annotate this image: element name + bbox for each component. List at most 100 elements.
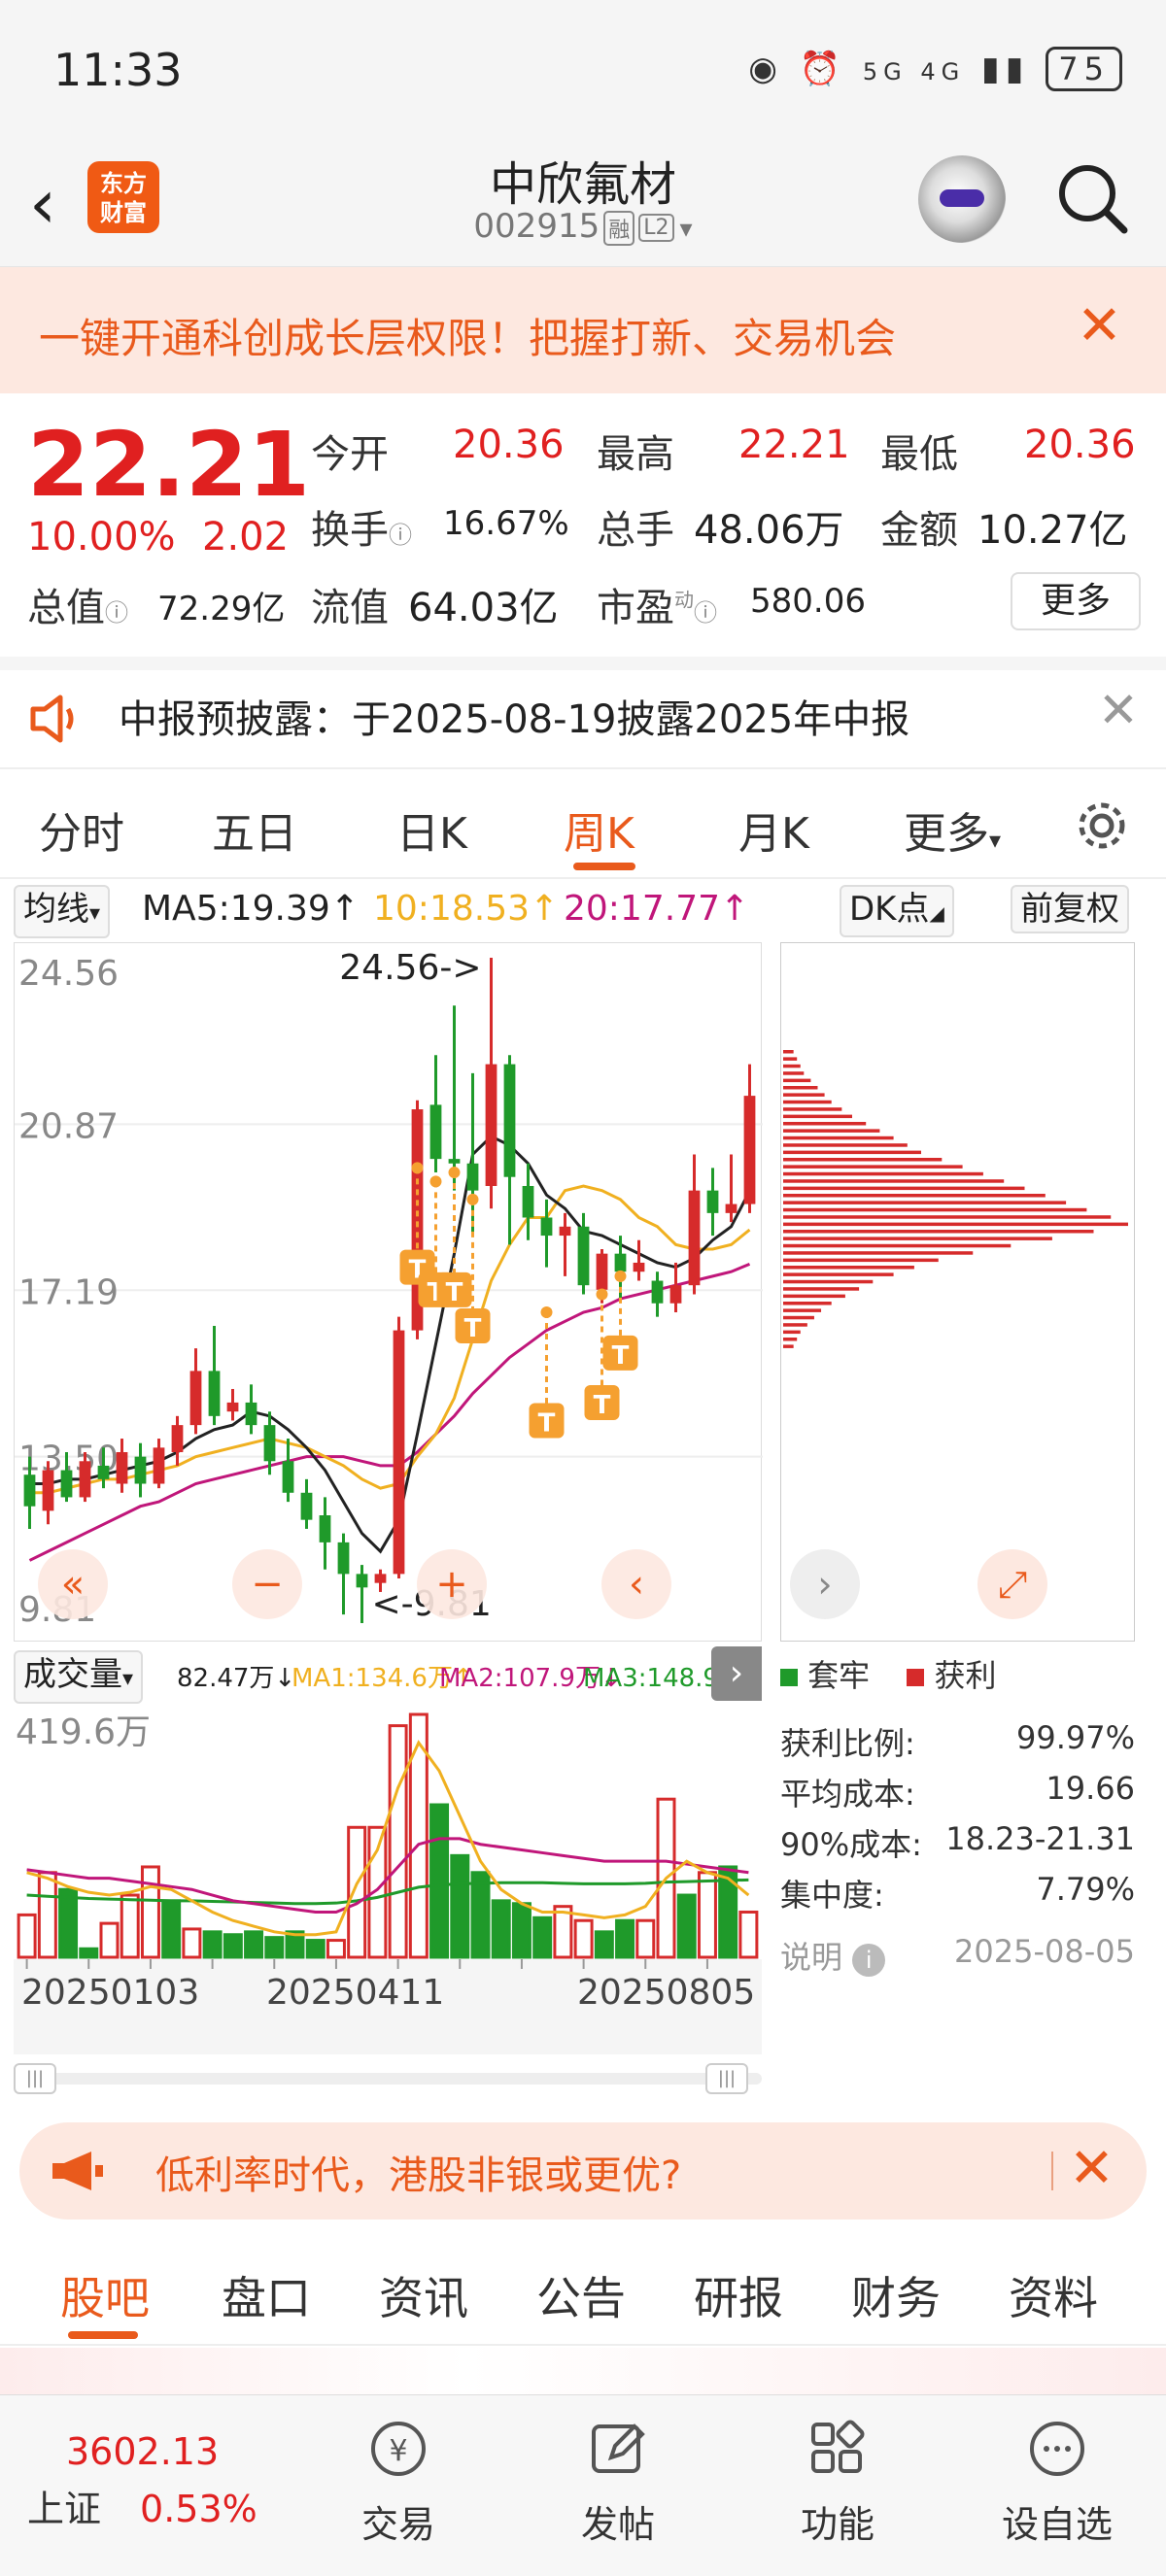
volume-bar (223, 1933, 243, 1959)
t-marker-dot (429, 1175, 442, 1188)
explain-link[interactable]: 说明 i (780, 1933, 886, 1978)
tab-five-day[interactable]: 五日 (212, 798, 297, 861)
tab-daily[interactable]: 日K (396, 798, 467, 861)
index-pct: 0.53% (140, 2488, 257, 2530)
more-button[interactable]: 更多 (1011, 572, 1141, 630)
chip-bar (783, 1086, 818, 1090)
settings-gear-icon[interactable] (1075, 798, 1129, 853)
promo-banner[interactable]: 一键开通科创成长层权限！把握打新、交易机会 ✕ (0, 267, 1166, 393)
volume-svg: 419.6万 20250103 20250411 20250805 (14, 1712, 762, 2054)
search-icon[interactable] (1054, 160, 1132, 238)
t-marker-label: T (612, 1341, 630, 1371)
stock-name: 中欣氟材 (489, 157, 676, 212)
trade-button[interactable]: ¥ 交易 (301, 2415, 496, 2548)
tab-monthly[interactable]: 月K (738, 798, 809, 861)
scroll-left-button-glyph: « (61, 1562, 85, 1607)
chip-bar (783, 1294, 845, 1299)
tab-news[interactable]: 资讯 (379, 2263, 468, 2327)
pe-value: 580.06 (750, 582, 866, 621)
content-tabs: 股吧 盘口 资讯 公告 研报 财务 资料 (0, 2234, 1166, 2346)
content-preview-strip (0, 2348, 1166, 2394)
add-watchlist-button[interactable]: 设自选 (960, 2415, 1154, 2548)
candle-body (79, 1461, 91, 1498)
x-tick-label: 20250411 (266, 1973, 444, 2013)
tab-weekly[interactable]: 周K (564, 798, 634, 861)
ad-banner[interactable]: 低利率时代，港股非银或更优? ✕ (19, 2122, 1147, 2220)
prev-button-glyph: ‹ (629, 1562, 644, 1607)
slider-track (14, 2073, 762, 2085)
index-name: 上证 (27, 2488, 102, 2530)
megaphone-icon (52, 2152, 103, 2190)
cost90-label: 90%成本: (780, 1826, 922, 1863)
t-marker-label: T (464, 1314, 482, 1343)
volume-bar (202, 1930, 223, 1959)
info-icon: i (852, 1944, 886, 1977)
slider-right-handle[interactable]: ||| (705, 2063, 748, 2094)
tab-guba[interactable]: 股吧 (60, 2263, 150, 2327)
range-slider[interactable]: ||| ||| (14, 2059, 762, 2098)
chip-bar (783, 1165, 963, 1169)
x-tick-label: 20250805 (577, 1973, 755, 2013)
mktcap-value: 72.29亿 (157, 590, 286, 628)
pe-label: 市盈动ⓘ (597, 586, 717, 630)
tab-research[interactable]: 研报 (694, 2263, 783, 2327)
index-widget[interactable]: 3602.13 上证 0.53% (27, 2430, 299, 2532)
volume-indicator-select[interactable]: 成交量▾ (14, 1650, 144, 1704)
candle-body (503, 1064, 516, 1177)
volume-bar (99, 1921, 120, 1959)
candle-body (688, 1190, 701, 1286)
candle-body (559, 1226, 571, 1237)
profit-ratio-label: 获利比例: (780, 1725, 915, 1762)
edit-icon (592, 2423, 645, 2473)
chip-distribution-chart: › ⤢ (780, 942, 1135, 1642)
chip-bar (783, 1179, 1005, 1183)
zoom-out-button-glyph: − (251, 1562, 284, 1607)
adjust-button[interactable]: 前复权 (1011, 885, 1129, 933)
volume-bar (326, 1939, 346, 1959)
kline-chart[interactable]: 24.5620.8717.1913.509.81TTTTTTT24.56-><-… (14, 942, 763, 1642)
chip-bar (783, 1171, 983, 1176)
tab-intraday[interactable]: 分时 (39, 798, 124, 861)
dk-point-button[interactable]: DK点◢ (840, 885, 954, 937)
expand-arrow-icon[interactable]: › (711, 1646, 762, 1701)
function-button[interactable]: 功能 (740, 2415, 935, 2548)
volume-bar (635, 1918, 656, 1959)
close-icon[interactable]: ✕ (1077, 294, 1122, 357)
volume-bar (573, 1918, 594, 1959)
ma10-value: 10:18.53↑ (373, 889, 560, 929)
candle-body (577, 1226, 590, 1286)
tab-announcements[interactable]: 公告 (536, 2263, 626, 2327)
close-icon[interactable]: ✕ (1098, 682, 1139, 738)
active-tab-indicator (68, 2331, 138, 2339)
volume-chart[interactable]: 419.6万 20250103 20250411 20250805 (14, 1705, 762, 2054)
indicator-select[interactable]: 均线▾ (14, 885, 111, 938)
candle-body (725, 1203, 737, 1213)
tab-profile[interactable]: 资料 (1009, 2263, 1098, 2327)
chip-bar (783, 1143, 908, 1147)
tab-more[interactable]: 更多▾ (904, 798, 1001, 861)
concentration-label: 集中度: (780, 1877, 884, 1914)
grid-icon (811, 2420, 865, 2473)
amount-label: 金额 (880, 508, 958, 553)
candle-body (596, 1253, 608, 1290)
close-icon[interactable]: ✕ (1069, 2137, 1115, 2200)
tab-finance[interactable]: 财务 (851, 2263, 941, 2327)
notice-bar[interactable]: 中报预披露：于2025-08-19披露2025年中报 ✕ (0, 670, 1166, 767)
candle-body (393, 1330, 405, 1575)
svg-text:¥: ¥ (389, 2434, 407, 2468)
stock-code-row[interactable]: 002915 融 L2 ▾ (389, 207, 777, 246)
volume-bar (676, 1893, 697, 1959)
volume-bar (264, 1936, 285, 1959)
chip-bar (783, 1266, 914, 1270)
chip-bar (783, 1308, 822, 1312)
trap-swatch (780, 1669, 798, 1686)
tab-pankou[interactable]: 盘口 (222, 2263, 311, 2327)
back-icon[interactable]: ‹ (29, 170, 56, 238)
assistant-avatar[interactable] (918, 155, 1006, 243)
chip-bar (783, 1287, 860, 1291)
post-button[interactable]: 发帖 (521, 2415, 715, 2548)
chip-bar (783, 1107, 842, 1111)
active-tab-indicator (573, 863, 635, 870)
slider-left-handle[interactable]: ||| (14, 2063, 56, 2094)
stock-header: ‹ 东方 财富 中欣氟材 002915 融 L2 ▾ (0, 146, 1166, 267)
